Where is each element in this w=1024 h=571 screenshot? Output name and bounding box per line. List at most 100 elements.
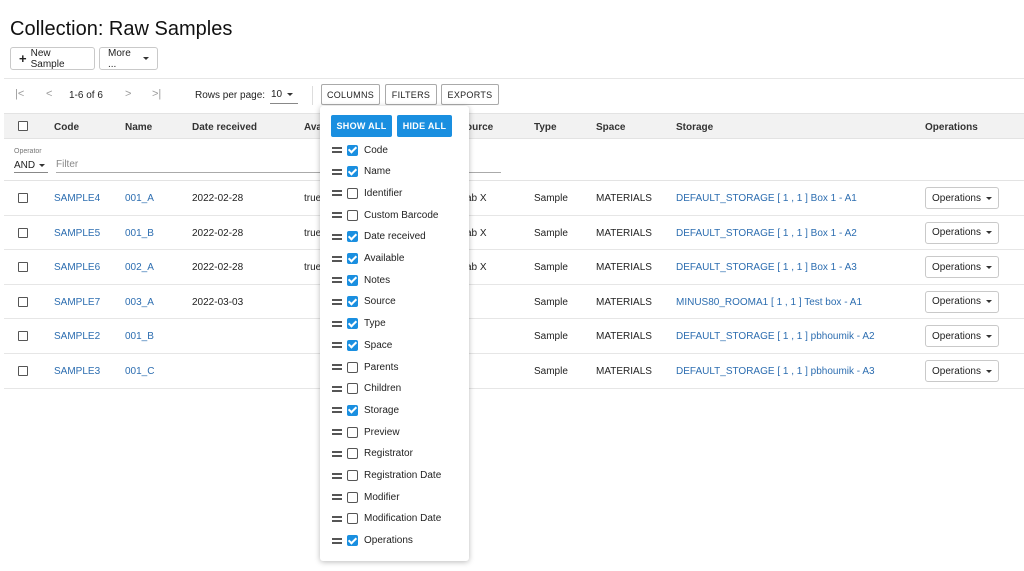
column-checkbox[interactable] bbox=[347, 361, 358, 373]
column-checkbox[interactable] bbox=[347, 296, 358, 308]
hide-all-button[interactable]: HIDE ALL bbox=[397, 115, 452, 137]
drag-handle-icon[interactable] bbox=[332, 342, 342, 349]
column-checkbox[interactable] bbox=[347, 209, 358, 221]
table-row[interactable]: SAMPLE7 003_A 2022-03-03 Sample MATERIALS MIN… bbox=[4, 285, 1024, 320]
cell-storage[interactable]: DEFAULT_STORAGE [ 1 , 1 ] Box 1 - A1 bbox=[676, 193, 857, 204]
cell-name[interactable]: 001_B bbox=[125, 331, 154, 342]
column-toggle-item[interactable]: Registration Date bbox=[332, 467, 462, 485]
column-checkbox[interactable] bbox=[347, 274, 358, 286]
operations-button[interactable]: Operations bbox=[925, 290, 999, 313]
filters-button[interactable]: FILTERS bbox=[385, 84, 437, 105]
row-checkbox[interactable] bbox=[18, 227, 28, 238]
column-toggle-item[interactable]: Operations bbox=[332, 532, 462, 550]
column-toggle-item[interactable]: Registrator bbox=[332, 445, 462, 463]
row-checkbox[interactable] bbox=[18, 331, 28, 342]
cell-code[interactable]: SAMPLE7 bbox=[54, 297, 100, 308]
header-source[interactable]: ource bbox=[466, 122, 493, 133]
operations-button[interactable]: Operations bbox=[925, 256, 999, 279]
column-checkbox[interactable] bbox=[347, 448, 358, 460]
column-toggle-item[interactable]: Code bbox=[332, 141, 462, 159]
table-row[interactable]: SAMPLE2 001_B Sample MATERIALS DEFAULT_STORA… bbox=[4, 319, 1024, 354]
drag-handle-icon[interactable] bbox=[332, 450, 342, 457]
column-toggle-item[interactable]: Type bbox=[332, 315, 462, 333]
column-checkbox[interactable] bbox=[347, 166, 358, 178]
column-checkbox[interactable] bbox=[347, 253, 358, 264]
cell-name[interactable]: 001_A bbox=[125, 193, 154, 204]
header-name[interactable]: Name bbox=[125, 122, 152, 133]
column-checkbox[interactable] bbox=[347, 383, 358, 395]
column-checkbox[interactable] bbox=[347, 535, 358, 547]
operations-button[interactable]: Operations bbox=[925, 360, 999, 382]
column-toggle-item[interactable]: Modifier bbox=[332, 488, 462, 506]
drag-handle-icon[interactable] bbox=[332, 407, 342, 414]
column-checkbox[interactable] bbox=[347, 404, 358, 416]
column-checkbox[interactable] bbox=[347, 187, 358, 199]
column-toggle-item[interactable]: Parents bbox=[332, 358, 462, 376]
column-toggle-item[interactable]: Source bbox=[332, 293, 462, 311]
column-toggle-item[interactable]: Modification Date bbox=[332, 510, 462, 528]
column-toggle-item[interactable]: Available bbox=[332, 250, 462, 268]
table-row[interactable]: SAMPLE4 001_A 2022-02-28 true ab X Sample MATE… bbox=[4, 181, 1024, 216]
cell-name[interactable]: 001_B bbox=[125, 228, 154, 239]
column-toggle-item[interactable]: Name bbox=[332, 163, 462, 181]
drag-handle-icon[interactable] bbox=[332, 429, 342, 436]
cell-storage[interactable]: DEFAULT_STORAGE [ 1 , 1 ] Box 1 - A2 bbox=[676, 228, 857, 239]
table-row[interactable]: SAMPLE5 001_B 2022-02-28 true ab X Sample MATE… bbox=[4, 216, 1024, 251]
prev-page-icon[interactable]: < bbox=[46, 88, 52, 100]
header-date-received[interactable]: Date received bbox=[192, 122, 257, 133]
drag-handle-icon[interactable] bbox=[332, 364, 342, 370]
column-toggle-item[interactable]: Space bbox=[332, 336, 462, 354]
row-checkbox[interactable] bbox=[18, 366, 28, 376]
more-button[interactable]: More ... bbox=[99, 47, 158, 70]
rows-per-page-select[interactable]: 10 bbox=[270, 85, 298, 104]
select-all-checkbox[interactable] bbox=[18, 121, 28, 131]
drag-handle-icon[interactable] bbox=[332, 168, 342, 175]
drag-handle-icon[interactable] bbox=[332, 537, 342, 544]
column-toggle-item[interactable]: Preview bbox=[332, 423, 462, 441]
column-toggle-item[interactable]: Notes bbox=[332, 271, 462, 289]
drag-handle-icon[interactable] bbox=[332, 147, 342, 153]
cell-code[interactable]: SAMPLE2 bbox=[54, 331, 100, 342]
column-toggle-item[interactable]: Identifier bbox=[332, 184, 462, 202]
operations-button[interactable]: Operations bbox=[925, 221, 999, 244]
drag-handle-icon[interactable] bbox=[332, 298, 342, 305]
next-page-icon[interactable]: > bbox=[125, 88, 131, 100]
last-page-icon[interactable]: >| bbox=[152, 88, 161, 100]
columns-button[interactable]: COLUMNS bbox=[321, 84, 380, 105]
column-toggle-item[interactable]: Custom Barcode bbox=[332, 206, 462, 224]
cell-storage[interactable]: DEFAULT_STORAGE [ 1 , 1 ] pbhoumik - A3 bbox=[676, 366, 875, 377]
operations-button[interactable]: Operations bbox=[925, 325, 999, 348]
column-checkbox[interactable] bbox=[347, 231, 358, 243]
column-checkbox[interactable] bbox=[347, 426, 358, 438]
table-row[interactable]: SAMPLE6 002_A 2022-02-28 true ab X Sample MATE… bbox=[4, 250, 1024, 285]
cell-storage[interactable]: MINUS80_ROOMA1 [ 1 , 1 ] Test box - A1 bbox=[676, 297, 862, 308]
column-checkbox[interactable] bbox=[347, 470, 358, 481]
show-all-button[interactable]: SHOW ALL bbox=[331, 115, 392, 137]
first-page-icon[interactable]: |< bbox=[15, 88, 24, 100]
column-toggle-item[interactable]: Children bbox=[332, 380, 462, 398]
exports-button[interactable]: EXPORTS bbox=[441, 84, 499, 105]
drag-handle-icon[interactable] bbox=[332, 233, 342, 240]
cell-code[interactable]: SAMPLE4 bbox=[54, 193, 100, 204]
cell-name[interactable]: 001_C bbox=[125, 366, 154, 377]
column-toggle-item[interactable]: Date received bbox=[332, 228, 462, 246]
cell-code[interactable]: SAMPLE3 bbox=[54, 366, 100, 377]
cell-code[interactable]: SAMPLE5 bbox=[54, 228, 100, 239]
drag-handle-icon[interactable] bbox=[332, 212, 342, 219]
drag-handle-icon[interactable] bbox=[332, 255, 342, 262]
cell-storage[interactable]: DEFAULT_STORAGE [ 1 , 1 ] pbhoumik - A2 bbox=[676, 331, 875, 342]
header-space[interactable]: Space bbox=[596, 122, 625, 133]
cell-name[interactable]: 003_A bbox=[125, 297, 154, 308]
column-checkbox[interactable] bbox=[347, 491, 358, 503]
drag-handle-icon[interactable] bbox=[332, 320, 342, 327]
column-checkbox[interactable] bbox=[347, 513, 358, 525]
cell-storage[interactable]: DEFAULT_STORAGE [ 1 , 1 ] Box 1 - A3 bbox=[676, 262, 857, 273]
header-storage[interactable]: Storage bbox=[676, 122, 713, 133]
header-type[interactable]: Type bbox=[534, 122, 557, 133]
row-checkbox[interactable] bbox=[18, 262, 28, 273]
column-checkbox[interactable] bbox=[347, 339, 358, 351]
cell-name[interactable]: 002_A bbox=[125, 262, 154, 273]
column-toggle-item[interactable]: Storage bbox=[332, 401, 462, 419]
row-checkbox[interactable] bbox=[18, 193, 28, 203]
drag-handle-icon[interactable] bbox=[332, 385, 342, 392]
